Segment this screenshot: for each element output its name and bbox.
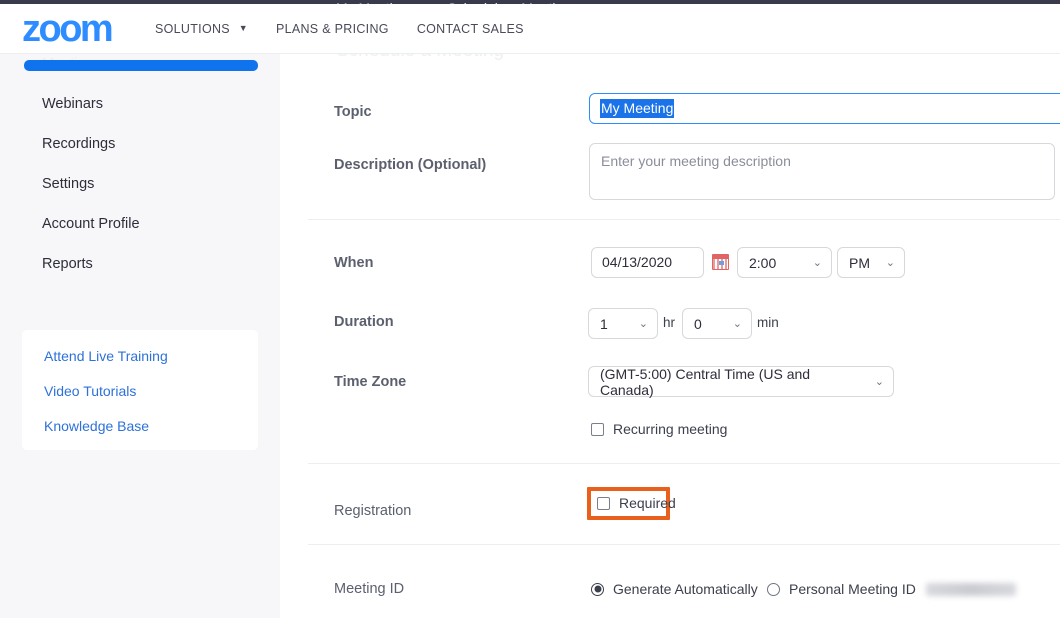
recurring-meeting-label: Recurring meeting: [613, 421, 727, 437]
chevron-down-icon: ▼: [239, 23, 248, 33]
topic-label: Topic: [334, 104, 372, 120]
registration-label: Registration: [334, 503, 411, 519]
help-links-card: Attend Live Training Video Tutorials Kno…: [22, 330, 258, 450]
sidebar-item-label: Reports: [42, 256, 93, 272]
sidebar-item-reports[interactable]: Reports: [0, 244, 280, 284]
duration-minutes-value: 0: [694, 316, 702, 332]
sidebar-item-webinars[interactable]: Webinars: [0, 84, 280, 124]
duration-minutes-unit: min: [757, 315, 779, 330]
radio-generate-automatically-label: Generate Automatically: [613, 581, 758, 597]
calendar-icon[interactable]: [712, 254, 729, 270]
sidebar-item-label: Recordings: [42, 136, 115, 152]
meeting-id-generate-automatically-row[interactable]: Generate Automatically: [591, 581, 758, 597]
when-label: When: [334, 255, 373, 271]
sidebar-item-label: Settings: [42, 176, 94, 192]
duration-hours-unit: hr: [663, 315, 675, 330]
timezone-value: (GMT-5:00) Central Time (US and Canada): [600, 366, 867, 398]
timezone-label: Time Zone: [334, 374, 406, 390]
sidebar-item-recordings[interactable]: Recordings: [0, 124, 280, 164]
when-date-value: 04/13/2020: [602, 254, 672, 270]
registration-required-label: Required: [619, 495, 676, 511]
sidebar-item-label: Webinars: [42, 96, 103, 112]
chevron-down-icon: ⌄: [639, 317, 648, 330]
sidebar-item-account-profile[interactable]: Account Profile: [0, 204, 280, 244]
meeting-id-personal-row[interactable]: Personal Meeting ID: [767, 581, 1016, 597]
recurring-meeting-checkbox-row[interactable]: Recurring meeting: [591, 421, 727, 437]
chevron-down-icon: ⌄: [813, 256, 822, 269]
description-placeholder: Enter your meeting description: [601, 153, 791, 169]
sidebar-active-indicator: [24, 60, 258, 71]
when-meridiem-value: PM: [849, 255, 870, 271]
personal-meeting-id-redacted-value: [926, 583, 1016, 596]
sidebar: Profile Meetings Webinars Recordings Set…: [0, 4, 280, 618]
site-header: zoom SOLUTIONS ▼ PLANS & PRICING CONTACT…: [0, 4, 1060, 54]
link-knowledge-base[interactable]: Knowledge Base: [22, 409, 258, 444]
sidebar-item-label: Account Profile: [42, 216, 140, 232]
duration-hours-select[interactable]: 1 ⌄: [588, 308, 658, 339]
description-textarea[interactable]: Enter your meeting description: [589, 143, 1055, 200]
nav-item-label: SOLUTIONS: [155, 22, 230, 36]
radio-personal-meeting-id-label: Personal Meeting ID: [789, 581, 916, 597]
meeting-id-label: Meeting ID: [334, 581, 404, 597]
divider: [308, 463, 1060, 464]
recurring-meeting-checkbox[interactable]: [591, 423, 604, 436]
chevron-down-icon: ⌄: [875, 375, 884, 388]
chevron-down-icon: ⌄: [886, 256, 895, 269]
chevron-down-icon: ⌄: [733, 317, 742, 330]
when-time-value: 2:00: [749, 255, 776, 271]
duration-hours-value: 1: [600, 316, 608, 332]
zoom-schedule-meeting-page: Profile Meetings Webinars Recordings Set…: [0, 0, 1060, 618]
zoom-logo[interactable]: zoom: [22, 10, 111, 48]
nav-item-solutions[interactable]: SOLUTIONS ▼: [155, 22, 248, 36]
header-nav: SOLUTIONS ▼ PLANS & PRICING CONTACT SALE…: [155, 22, 524, 36]
when-date-input[interactable]: 04/13/2020: [591, 247, 704, 278]
nav-item-contact-sales[interactable]: CONTACT SALES: [417, 22, 524, 36]
registration-required-checkbox-row[interactable]: Required: [597, 495, 676, 511]
registration-required-checkbox[interactable]: [597, 497, 610, 510]
link-attend-live-training[interactable]: Attend Live Training: [22, 339, 258, 374]
duration-minutes-select[interactable]: 0 ⌄: [682, 308, 752, 339]
link-video-tutorials[interactable]: Video Tutorials: [22, 374, 258, 409]
timezone-select[interactable]: (GMT-5:00) Central Time (US and Canada) …: [588, 366, 894, 397]
topic-input-value: My Meeting: [600, 99, 674, 118]
duration-label: Duration: [334, 314, 394, 330]
radio-personal-meeting-id[interactable]: [767, 583, 780, 596]
sidebar-item-settings[interactable]: Settings: [0, 164, 280, 204]
divider: [308, 544, 1060, 545]
radio-generate-automatically[interactable]: [591, 583, 604, 596]
divider: [308, 219, 1060, 220]
description-label: Description (Optional): [334, 157, 486, 173]
when-meridiem-select[interactable]: PM ⌄: [837, 247, 905, 278]
when-time-select[interactable]: 2:00 ⌄: [737, 247, 832, 278]
nav-item-plans-pricing[interactable]: PLANS & PRICING: [276, 22, 389, 36]
topic-input[interactable]: My Meeting: [589, 93, 1060, 124]
